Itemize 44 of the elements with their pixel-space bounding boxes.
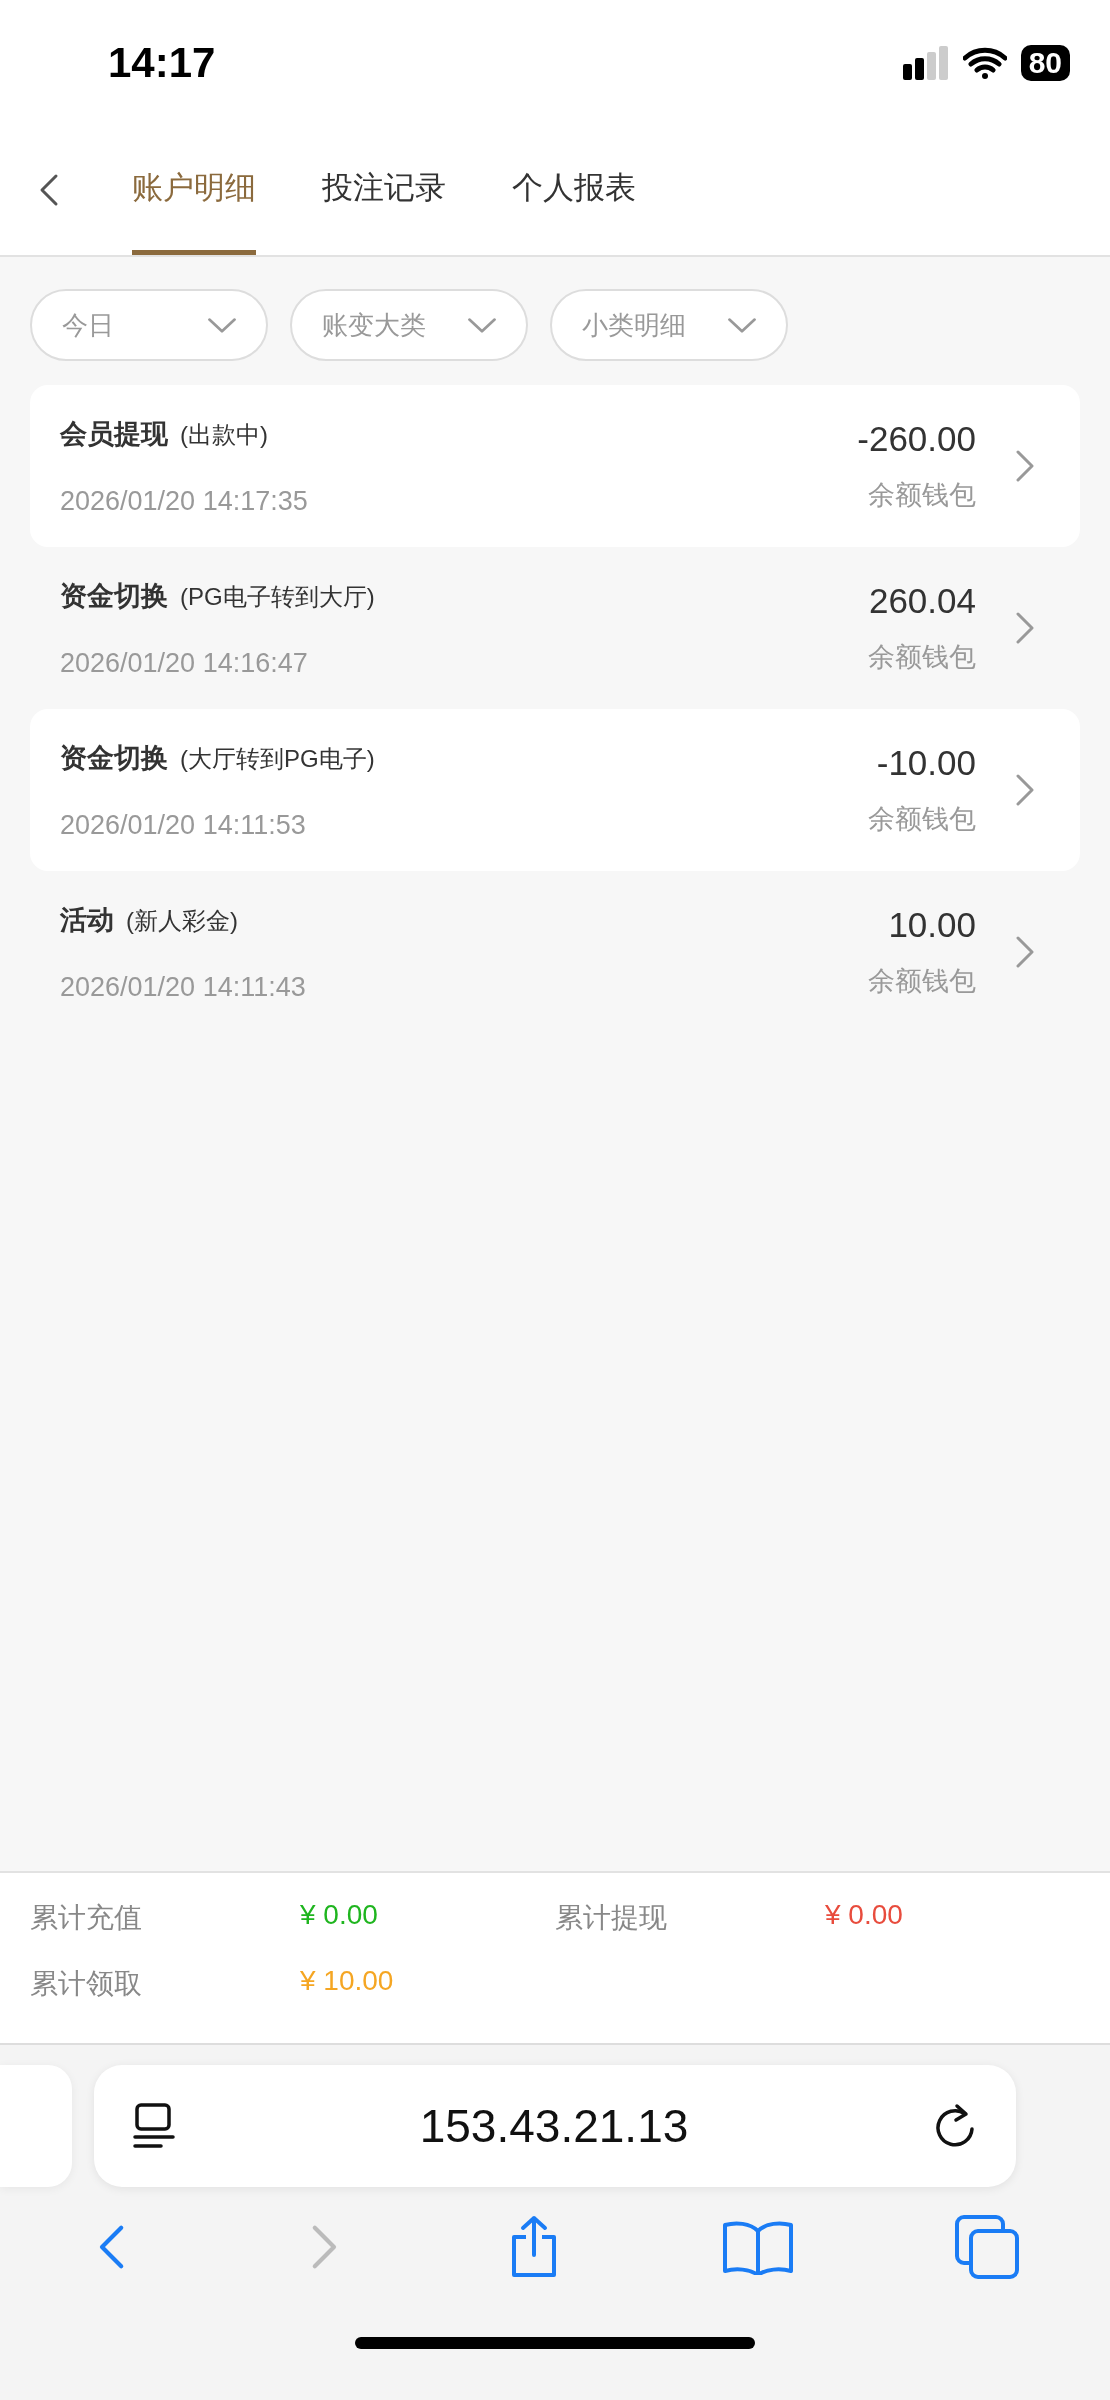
summary-label: 累计提现 (555, 1901, 668, 1935)
record-detail: (大厅转到PG电子) (180, 743, 375, 774)
wallet-label: 余额钱包 (868, 641, 976, 674)
record-amount: -260.00 (857, 419, 976, 459)
wallet-label: 余额钱包 (868, 479, 976, 512)
url-text: 153.43.21.13 (419, 2099, 689, 2153)
wifi-icon (962, 46, 1007, 79)
record-detail: (PG电子转到大厅) (180, 581, 375, 612)
record-detail: (新人彩金) (126, 905, 238, 936)
record-amount: 10.00 (888, 905, 976, 945)
record-title: 资金切换 (60, 741, 168, 775)
tabs-icon (954, 2214, 1020, 2280)
bookmarks-button[interactable] (722, 2219, 794, 2275)
record-time: 2026/01/20 14:17:35 (60, 485, 309, 517)
record-title: 资金切换 (60, 579, 168, 613)
status-time: 14:17 (108, 38, 216, 87)
book-icon (722, 2219, 794, 2275)
record-title: 活动 (60, 903, 114, 937)
summary-value: ¥ 0.00 (825, 1899, 904, 1932)
tab[interactable]: 个人报表 (512, 125, 636, 255)
page-menu-icon (132, 2102, 176, 2150)
summary-label: 累计充值 (30, 1901, 143, 1935)
record-row[interactable]: 资金切换 (PG电子转到大厅) 2026/01/20 14:16:47 260.04 余额钱包 (30, 547, 1080, 709)
tabs-button[interactable] (954, 2214, 1020, 2280)
tab[interactable]: 投注记录 (322, 125, 446, 255)
summary-value: ¥ 10.00 (300, 1965, 395, 1998)
record-row[interactable]: 资金切换 (大厅转到PG电子) 2026/01/20 14:11:53 -10.00 余额钱包 (30, 709, 1080, 871)
record-title: 会员提现 (60, 417, 168, 451)
record-time: 2026/01/20 14:11:53 (60, 809, 307, 841)
record-detail: (出款中) (180, 419, 268, 450)
summary-value: ¥ 0.00 (300, 1899, 379, 1932)
record-time: 2026/01/20 14:11:43 (60, 971, 307, 1003)
record-row[interactable]: 活动 (新人彩金) 2026/01/20 14:11:43 10.00 余额钱包 (30, 871, 1080, 1033)
wallet-label: 余额钱包 (868, 965, 976, 998)
address-bar[interactable]: 153.43.21.13 (94, 2065, 1016, 2187)
signal-icon (902, 45, 949, 80)
tab[interactable]: 账户明细 (132, 125, 256, 255)
record-time: 2026/01/20 14:16:47 (60, 647, 309, 679)
record-amount: 260.04 (868, 581, 976, 621)
summary-label: 累计领取 (30, 1967, 143, 2001)
record-amount: -10.00 (876, 743, 976, 783)
wallet-label: 余额钱包 (868, 803, 976, 836)
battery-indicator: 80 (1020, 44, 1070, 81)
record-row[interactable]: 会员提现 (出款中) 2026/01/20 14:17:35 -260.00 余额钱包 (30, 385, 1080, 547)
